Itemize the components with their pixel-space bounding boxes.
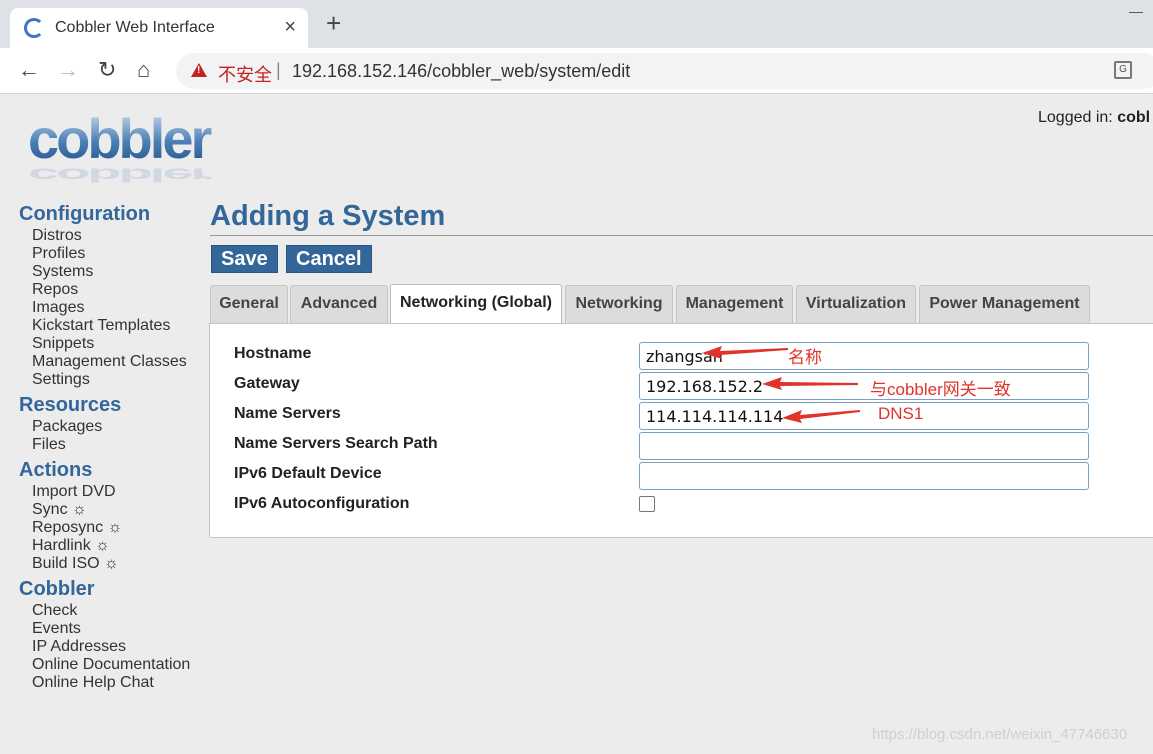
- sidebar-item-online-documentation[interactable]: Online Documentation: [19, 656, 204, 674]
- sidebar-heading: Actions: [19, 459, 93, 481]
- close-icon[interactable]: ×: [284, 16, 296, 39]
- sidebar-heading: Configuration: [19, 203, 151, 225]
- sidebar-item-profiles[interactable]: Profiles: [19, 245, 204, 263]
- save-button[interactable]: Save: [211, 245, 278, 273]
- tab-management[interactable]: Management: [676, 285, 793, 323]
- sidebar-item-files[interactable]: Files: [19, 436, 204, 454]
- tab-power-management[interactable]: Power Management: [919, 285, 1090, 323]
- sidebar-item-settings[interactable]: Settings: [19, 371, 204, 389]
- sidebar-item-reposync[interactable]: Reposync ☼: [19, 519, 204, 537]
- sidebar-section-configuration: Configuration Distros Profiles Systems R…: [19, 202, 204, 389]
- sidebar-item-build-iso[interactable]: Build ISO ☼: [19, 555, 204, 573]
- logged-in-user: cobl: [1117, 109, 1151, 126]
- browser-toolbar: ← → ↻ ⌂ 不安全 | 192.168.152.146/cobbler_we…: [0, 48, 1153, 94]
- reload-button[interactable]: ↻: [98, 58, 116, 82]
- sidebar-item-import-dvd[interactable]: Import DVD: [19, 483, 204, 501]
- search-path-label: Name Servers Search Path: [234, 435, 438, 452]
- gateway-annotation: 与cobbler网关一致: [870, 380, 1011, 399]
- sidebar-item-events[interactable]: Events: [19, 620, 204, 638]
- sidebar: Configuration Distros Profiles Systems R…: [19, 200, 204, 696]
- sidebar-item-images[interactable]: Images: [19, 299, 204, 317]
- home-button[interactable]: ⌂: [137, 58, 150, 82]
- watermark: https://blog.csdn.net/weixin_47746630: [872, 726, 1128, 743]
- sidebar-item-sync[interactable]: Sync ☼: [19, 501, 204, 519]
- gateway-annotation-arrow: [762, 377, 858, 390]
- sidebar-section-resources: Resources Packages Files: [19, 393, 204, 454]
- svg-text:cobbler: cobbler: [28, 164, 212, 184]
- sidebar-heading: Resources: [19, 394, 122, 416]
- sidebar-section-actions: Actions Import DVD Sync ☼ Reposync ☼ Har…: [19, 458, 204, 573]
- browser-tab[interactable]: Cobbler Web Interface ×: [10, 8, 308, 48]
- sidebar-item-check[interactable]: Check: [19, 602, 204, 620]
- hostname-label: Hostname: [234, 345, 312, 362]
- cobbler-logo: cobbler cobbler: [28, 108, 215, 184]
- ipv6-default-device-input[interactable]: [639, 462, 1089, 490]
- cobbler-favicon-icon: [24, 18, 44, 38]
- sidebar-item-packages[interactable]: Packages: [19, 418, 204, 436]
- ipv6-autoconfiguration-checkbox[interactable]: [639, 496, 655, 512]
- sidebar-item-kickstart-templates[interactable]: Kickstart Templates: [19, 317, 204, 335]
- logged-in-label: Logged in:: [1038, 109, 1113, 126]
- tab-title: Cobbler Web Interface: [55, 19, 215, 36]
- sidebar-item-management-classes[interactable]: Management Classes: [19, 353, 204, 371]
- insecure-label[interactable]: 不安全: [218, 61, 272, 87]
- warning-icon: [191, 63, 207, 77]
- tab-networking[interactable]: Networking: [565, 285, 673, 323]
- search-path-input[interactable]: [639, 432, 1089, 460]
- dns-annotation-arrow: [782, 410, 860, 423]
- sidebar-section-cobbler: Cobbler Check Events IP Addresses Online…: [19, 577, 204, 692]
- new-tab-button[interactable]: +: [326, 10, 341, 36]
- hostname-annotation: 名称: [788, 348, 822, 367]
- svg-text:cobbler: cobbler: [28, 108, 211, 170]
- tab-virtualization[interactable]: Virtualization: [796, 285, 916, 323]
- address-bar[interactable]: 不安全 | 192.168.152.146/cobbler_web/system…: [176, 53, 1153, 89]
- sidebar-item-distros[interactable]: Distros: [19, 227, 204, 245]
- minimize-icon[interactable]: [1129, 12, 1143, 13]
- gateway-label: Gateway: [234, 375, 300, 392]
- hostname-annotation-arrow: [702, 346, 788, 359]
- tab-general[interactable]: General: [210, 285, 288, 323]
- tab-advanced[interactable]: Advanced: [290, 285, 388, 323]
- sidebar-heading: Cobbler: [19, 578, 95, 600]
- cancel-button[interactable]: Cancel: [286, 245, 372, 273]
- page-title: Adding a System: [210, 200, 446, 232]
- ipv6-autoconfiguration-label: IPv6 Autoconfiguration: [234, 495, 410, 512]
- url-separator: |: [276, 60, 281, 80]
- sidebar-item-online-help-chat[interactable]: Online Help Chat: [19, 674, 204, 692]
- sidebar-item-snippets[interactable]: Snippets: [19, 335, 204, 353]
- sidebar-item-systems[interactable]: Systems: [19, 263, 204, 281]
- name-servers-input[interactable]: [639, 402, 1089, 430]
- form-panel: Hostname Gateway Name Servers Name Serve…: [209, 323, 1153, 538]
- tab-networking-global[interactable]: Networking (Global): [390, 284, 562, 324]
- translate-icon[interactable]: G: [1114, 61, 1132, 79]
- ipv6-default-device-label: IPv6 Default Device: [234, 465, 382, 482]
- name-servers-label: Name Servers: [234, 405, 341, 422]
- forward-button[interactable]: →: [57, 58, 79, 82]
- sidebar-item-ip-addresses[interactable]: IP Addresses: [19, 638, 204, 656]
- url-text[interactable]: 192.168.152.146/cobbler_web/system/edit: [292, 61, 630, 82]
- sidebar-item-repos[interactable]: Repos: [19, 281, 204, 299]
- back-button[interactable]: ←: [18, 58, 40, 82]
- sidebar-item-hardlink[interactable]: Hardlink ☼: [19, 537, 204, 555]
- title-divider: [210, 235, 1153, 236]
- logged-in-status: Logged in: cobl: [1038, 109, 1150, 127]
- gateway-input[interactable]: [639, 372, 1089, 400]
- dns-annotation: DNS1: [878, 404, 924, 423]
- browser-tabstrip: Cobbler Web Interface × +: [0, 0, 1153, 48]
